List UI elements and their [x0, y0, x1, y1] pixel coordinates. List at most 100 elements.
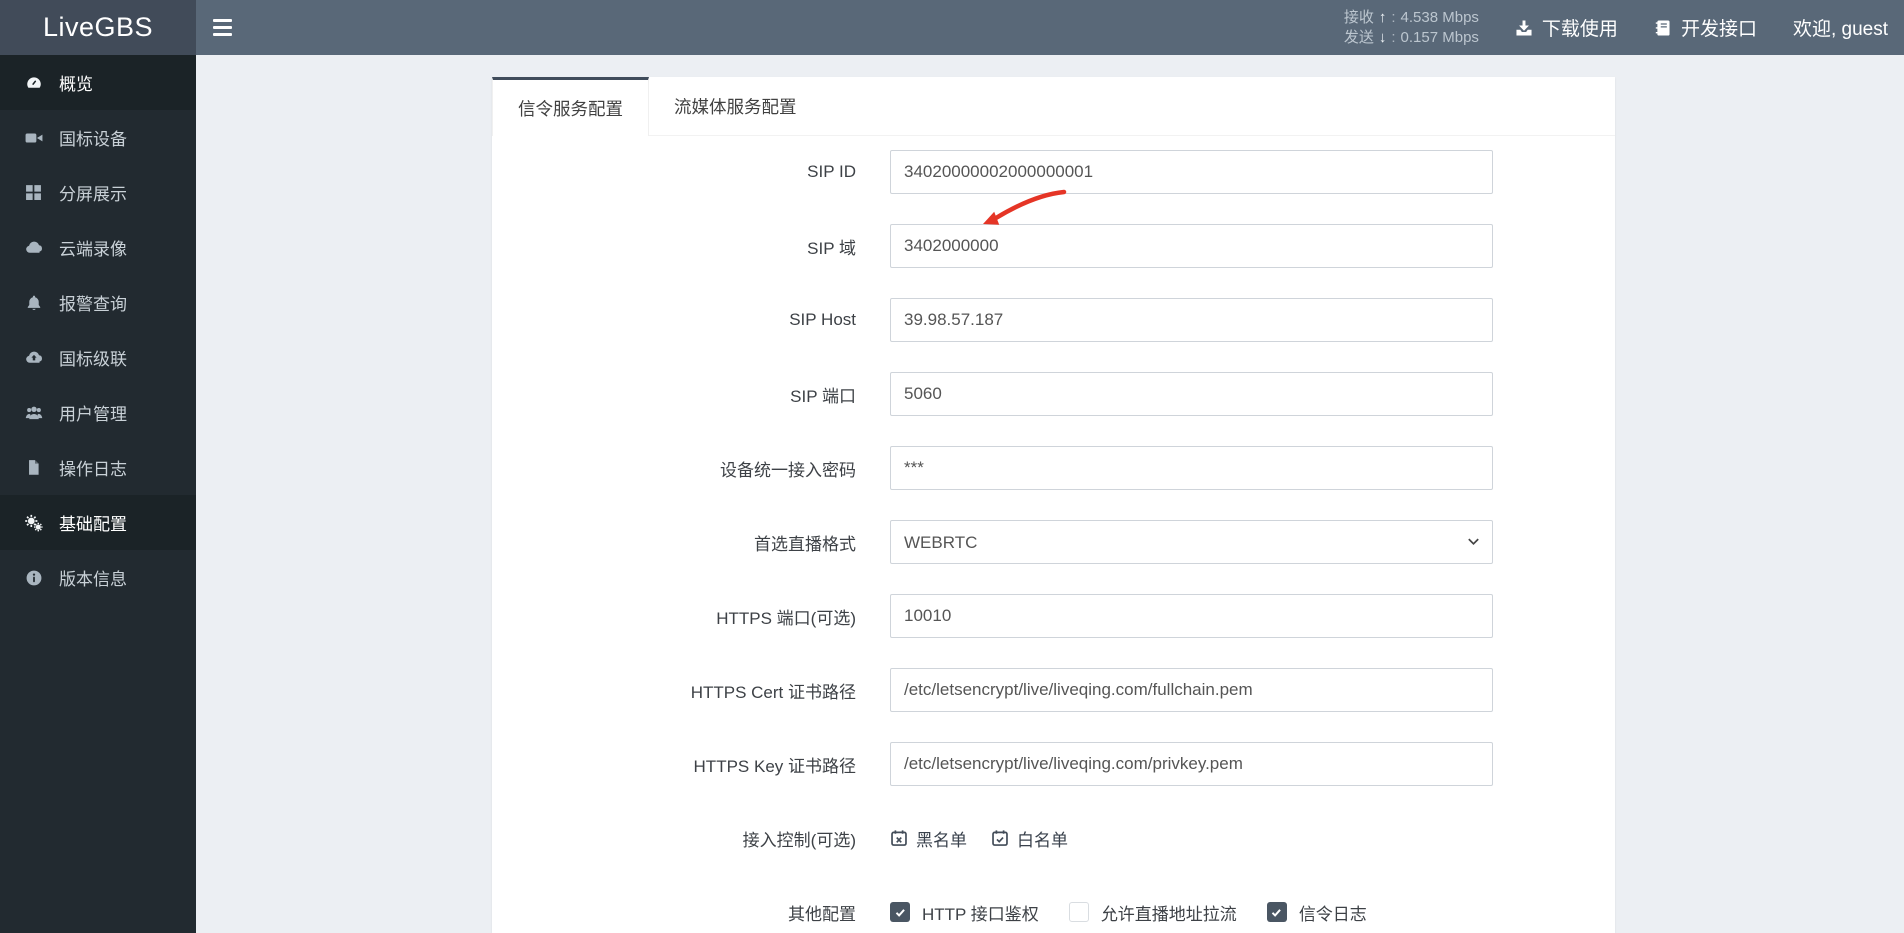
field-label: HTTPS 端口(可选): [716, 608, 856, 628]
field-label: SIP 域: [807, 238, 856, 258]
blacklist-link[interactable]: 黑名单: [890, 826, 967, 851]
device-password-input[interactable]: [890, 446, 1493, 490]
field-label: 接入控制(可选): [742, 830, 856, 850]
sidebar-item-label: 操作日志: [59, 460, 127, 479]
welcome-user[interactable]: 欢迎, guest: [1793, 14, 1888, 41]
blacklist-label: 黑名单: [916, 830, 967, 850]
sidebar-item-split-screen[interactable]: 分屏展示: [0, 165, 196, 220]
field-label: 首选直播格式: [754, 534, 856, 554]
sidebar-item-version-info[interactable]: 版本信息: [0, 550, 196, 605]
https-key-input[interactable]: [890, 742, 1493, 786]
check-icon: [895, 908, 905, 917]
header-right: 接收 : 4.538 Mbps 发送 : 0.157 Mbps 下载使用: [1344, 0, 1904, 55]
dev-api-link[interactable]: 开发接口: [1654, 14, 1757, 41]
rx-separator: :: [1391, 8, 1396, 26]
tx-stat: 发送 : 0.157 Mbps: [1344, 29, 1479, 47]
allow-pull-option: 允许直播地址拉流: [1068, 900, 1237, 925]
sidebar-item-user-management[interactable]: 用户管理: [0, 385, 196, 440]
form-row-sip-host: SIP Host: [492, 298, 1615, 342]
users-icon: [25, 404, 47, 422]
form-row-access-control: 接入控制(可选) 黑名单 白名单: [492, 816, 1615, 860]
form-row-sip-id: SIP ID: [492, 150, 1615, 194]
sidebar-item-operation-log[interactable]: 操作日志: [0, 440, 196, 495]
signal-log-option: 信令日志: [1266, 900, 1367, 925]
sidebar-item-label: 云端录像: [59, 240, 127, 259]
camera-icon: [25, 129, 47, 147]
download-label: 下载使用: [1541, 19, 1618, 40]
config-card: 信令服务配置 流媒体服务配置 SIP ID SIP 域 SIP Host SIP…: [492, 77, 1615, 933]
form-row-other-config: 其他配置 HTTP 接口鉴权 允许直播地址拉流 信令日志: [492, 890, 1615, 933]
rx-label: 接收: [1343, 8, 1374, 26]
live-format-select[interactable]: WEBRTC: [890, 520, 1493, 564]
sidebar-item-gb-cascade[interactable]: 国标级联: [0, 330, 196, 385]
sidebar: 概览 国标设备 分屏展示 云端录像 报警查询 国标级联 用户管理 操作日志 基础…: [0, 55, 196, 933]
signal-log-checkbox[interactable]: [1266, 902, 1287, 922]
rx-value: 4.538 Mbps: [1400, 8, 1479, 26]
form-row-https-cert: HTTPS Cert 证书路径: [492, 668, 1615, 712]
cloud-icon: [25, 239, 47, 257]
grid-icon: [25, 184, 47, 201]
tab-signaling-config[interactable]: 信令服务配置: [492, 77, 649, 136]
sidebar-item-gb-devices[interactable]: 国标设备: [0, 110, 196, 165]
sidebar-item-label: 用户管理: [59, 405, 127, 424]
sidebar-item-label: 概览: [59, 75, 93, 94]
network-stats: 接收 : 4.538 Mbps 发送 : 0.157 Mbps: [1344, 9, 1479, 47]
file-icon: [25, 459, 47, 476]
tx-label: 发送: [1343, 28, 1374, 46]
tx-separator: :: [1391, 28, 1396, 46]
tab-bar: 信令服务配置 流媒体服务配置: [492, 77, 1615, 136]
down-arrow-icon: [1379, 29, 1387, 47]
sip-domain-input[interactable]: [890, 224, 1493, 268]
gears-icon: [25, 514, 47, 532]
tx-value: 0.157 Mbps: [1400, 28, 1479, 46]
sidebar-item-overview[interactable]: 概览: [0, 55, 196, 110]
signaling-config-form: SIP ID SIP 域 SIP Host SIP 端口 设备统一接入密码 首选: [492, 136, 1615, 933]
form-row-https-key: HTTPS Key 证书路径: [492, 742, 1615, 786]
tab-media-config[interactable]: 流媒体服务配置: [649, 77, 822, 136]
main-content: 信令服务配置 流媒体服务配置 SIP ID SIP 域 SIP Host SIP…: [196, 55, 1904, 933]
sidebar-item-label: 分屏展示: [59, 185, 127, 204]
calendar-check-icon: [992, 830, 1008, 846]
info-icon: [25, 569, 47, 587]
form-row-device-password: 设备统一接入密码: [492, 446, 1615, 490]
sidebar-toggle-button[interactable]: [196, 0, 248, 55]
sidebar-item-basic-config[interactable]: 基础配置: [0, 495, 196, 550]
sidebar-item-label: 基础配置: [59, 515, 127, 534]
sip-id-input[interactable]: [890, 150, 1493, 194]
sidebar-item-label: 报警查询: [59, 295, 127, 314]
sidebar-item-label: 版本信息: [59, 570, 127, 589]
field-label: 其他配置: [788, 904, 856, 924]
cloud-upload-icon: [25, 349, 47, 367]
field-label: SIP ID: [807, 162, 856, 181]
field-label: 设备统一接入密码: [720, 460, 856, 480]
sip-host-input[interactable]: [890, 298, 1493, 342]
sidebar-item-alarm-query[interactable]: 报警查询: [0, 275, 196, 330]
sidebar-item-label: 国标级联: [59, 350, 127, 369]
sidebar-item-cloud-recording[interactable]: 云端录像: [0, 220, 196, 275]
sip-port-input[interactable]: [890, 372, 1493, 416]
dashboard-icon: [25, 74, 47, 92]
form-row-https-port: HTTPS 端口(可选): [492, 594, 1615, 638]
http-auth-option: HTTP 接口鉴权: [890, 900, 1039, 925]
https-port-input[interactable]: [890, 594, 1493, 638]
hamburger-icon: [212, 19, 232, 36]
http-auth-checkbox[interactable]: [890, 902, 910, 922]
dev-api-label: 开发接口: [1680, 19, 1757, 40]
download-icon: [1516, 19, 1532, 36]
allow-pull-checkbox[interactable]: [1068, 902, 1089, 922]
sidebar-item-label: 国标设备: [59, 130, 127, 149]
up-arrow-icon: [1379, 9, 1387, 27]
https-cert-input[interactable]: [890, 668, 1493, 712]
form-row-sip-domain: SIP 域: [492, 224, 1615, 268]
form-row-sip-port: SIP 端口: [492, 372, 1615, 416]
http-auth-label: HTTP 接口鉴权: [922, 904, 1039, 924]
field-label: HTTPS Cert 证书路径: [690, 682, 856, 702]
whitelist-label: 白名单: [1017, 830, 1068, 850]
field-label: SIP Host: [789, 310, 856, 329]
form-row-live-format: 首选直播格式 WEBRTC: [492, 520, 1615, 564]
app-logo: LiveGBS: [0, 0, 196, 55]
field-label: SIP 端口: [790, 386, 856, 406]
download-link[interactable]: 下载使用: [1515, 14, 1618, 41]
bell-icon: [25, 294, 47, 312]
whitelist-link[interactable]: 白名单: [991, 826, 1068, 851]
